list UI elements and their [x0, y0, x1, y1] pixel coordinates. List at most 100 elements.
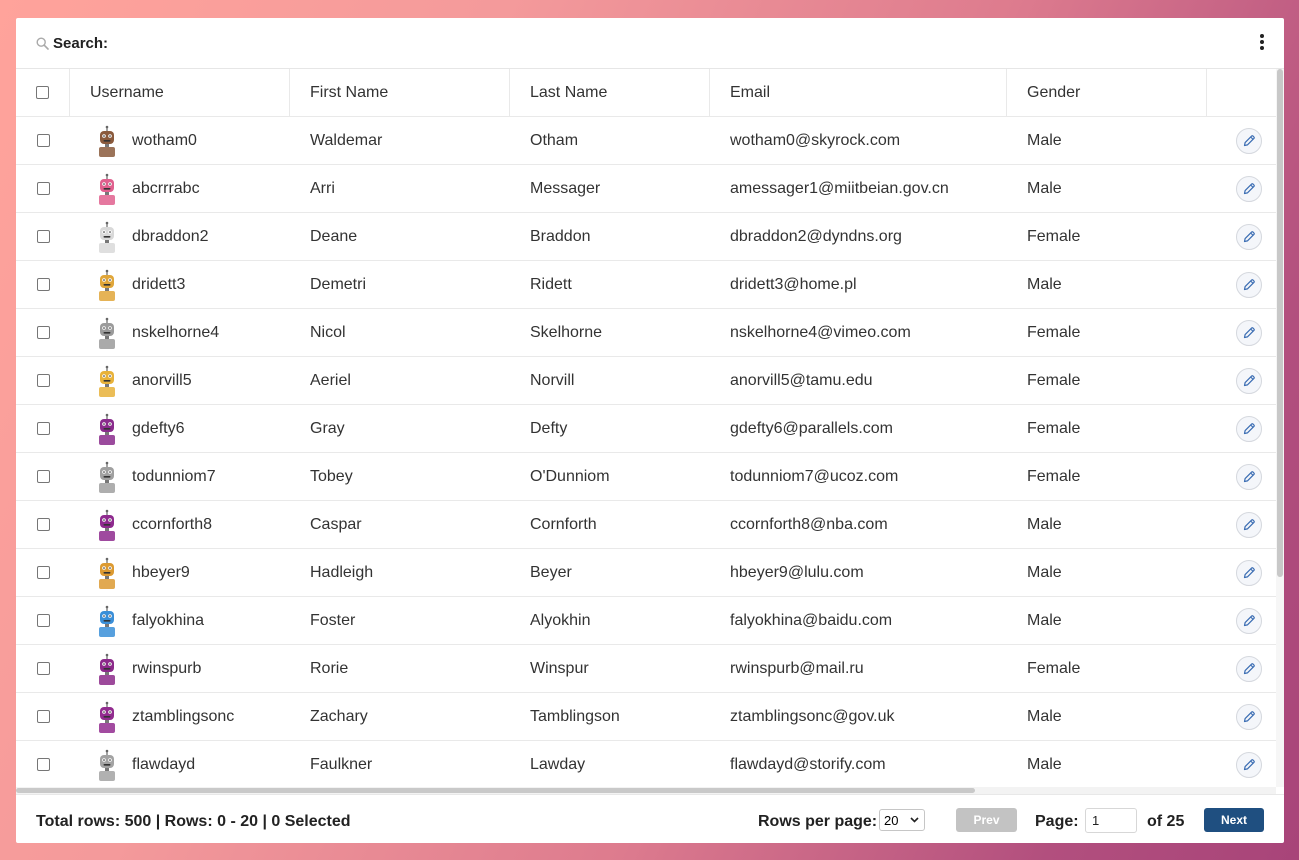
- table-row[interactable]: wotham0 Waldemar Otham wotham0@skyrock.com M…: [16, 117, 1276, 165]
- username-cell: nskelhorne4: [70, 309, 290, 356]
- column-header-actions: [1207, 69, 1276, 116]
- row-checkbox[interactable]: [36, 614, 50, 627]
- row-checkbox[interactable]: [36, 182, 50, 195]
- column-header-username[interactable]: Username: [70, 69, 290, 116]
- username-cell: abcrrrabc: [70, 165, 290, 212]
- edit-row-button[interactable]: [1235, 319, 1262, 346]
- page-number-input[interactable]: [1085, 808, 1137, 833]
- table-row[interactable]: dridett3 Demetri Ridett dridett3@home.pl Mal…: [16, 261, 1276, 309]
- row-select-cell: [16, 165, 70, 212]
- data-table: Username First Name Last Name Email Gend…: [16, 69, 1276, 787]
- edit-row-button[interactable]: [1235, 655, 1262, 682]
- actions-cell: [1207, 453, 1276, 500]
- edit-row-button[interactable]: [1235, 367, 1262, 394]
- column-header-gender[interactable]: Gender: [1007, 69, 1207, 116]
- username-cell: flawdayd: [70, 741, 290, 787]
- row-select-cell: [16, 501, 70, 548]
- search-label[interactable]: Search:: [53, 35, 108, 52]
- pencil-icon: [1243, 470, 1255, 482]
- email-cell: ccornforth8@nba.com: [730, 515, 888, 533]
- edit-row-button[interactable]: [1235, 463, 1262, 490]
- edit-row-button[interactable]: [1235, 751, 1262, 778]
- row-checkbox[interactable]: [36, 134, 50, 147]
- column-header-first-name[interactable]: First Name: [290, 69, 510, 116]
- pencil-icon: [1243, 182, 1255, 194]
- edit-row-button[interactable]: [1235, 415, 1262, 442]
- gender-cell: Female: [1027, 227, 1081, 245]
- actions-cell: [1207, 117, 1276, 164]
- username-cell: gdefty6: [70, 405, 290, 452]
- rows-per-page-label: Rows per page:: [758, 813, 878, 830]
- gender-cell: Male: [1027, 611, 1062, 629]
- email-cell: ztamblingsonc@gov.uk: [730, 707, 895, 725]
- edit-row-button[interactable]: [1235, 559, 1262, 586]
- table-row[interactable]: rwinspurb Rorie Winspur rwinspurb@mail.ru Fe…: [16, 645, 1276, 693]
- actions-cell: [1207, 405, 1276, 452]
- last-name-cell: Messager: [530, 179, 601, 197]
- robot-avatar-icon: [99, 365, 115, 397]
- vertical-scrollbar-thumb[interactable]: [1277, 69, 1283, 577]
- pencil-icon: [1243, 566, 1255, 578]
- horizontal-scrollbar[interactable]: [16, 787, 1276, 794]
- email-cell: dbraddon2@dyndns.org: [730, 227, 902, 245]
- select-all-checkbox[interactable]: [36, 86, 49, 99]
- search-bar: Search:: [16, 18, 1284, 69]
- email-cell: flawdayd@storify.com: [730, 755, 886, 773]
- table-row[interactable]: abcrrrabc Arri Messager amessager1@miitbeia…: [16, 165, 1276, 213]
- row-select-cell: [16, 549, 70, 596]
- table-row[interactable]: gdefty6 Gray Defty gdefty6@parallels.com Fem…: [16, 405, 1276, 453]
- table-row[interactable]: ztamblingsonc Zachary Tamblingson ztambling…: [16, 693, 1276, 741]
- table-row[interactable]: falyokhina Foster Alyokhin falyokhina@baidu…: [16, 597, 1276, 645]
- column-header-last-name[interactable]: Last Name: [510, 69, 710, 116]
- vertical-scrollbar[interactable]: [1276, 69, 1284, 787]
- username-cell: wotham0: [70, 117, 290, 164]
- row-checkbox[interactable]: [36, 422, 50, 435]
- row-select-cell: [16, 405, 70, 452]
- horizontal-scrollbar-thumb[interactable]: [16, 788, 975, 793]
- edit-row-button[interactable]: [1235, 511, 1262, 538]
- edit-row-button[interactable]: [1235, 703, 1262, 730]
- table-row[interactable]: nskelhorne4 Nicol Skelhorne nskelhorne4@vim…: [16, 309, 1276, 357]
- first-name-cell: Deane: [310, 227, 358, 245]
- row-checkbox[interactable]: [36, 230, 50, 243]
- column-header-email[interactable]: Email: [710, 69, 1007, 116]
- robot-avatar-icon: [99, 509, 115, 541]
- table-row[interactable]: anorvill5 Aeriel Norvill anorvill5@tamu.edu…: [16, 357, 1276, 405]
- first-name-cell: Waldemar: [310, 131, 383, 149]
- row-checkbox[interactable]: [36, 374, 50, 387]
- robot-avatar-icon: [99, 653, 115, 685]
- table-row[interactable]: todunniom7 Tobey O'Dunniom todunniom7@ucoz.…: [16, 453, 1276, 501]
- row-select-cell: [16, 693, 70, 740]
- gender-cell: Female: [1027, 323, 1081, 341]
- edit-row-button[interactable]: [1235, 607, 1262, 634]
- row-checkbox[interactable]: [36, 566, 50, 579]
- row-checkbox[interactable]: [36, 278, 50, 291]
- prev-page-button[interactable]: Prev: [956, 808, 1017, 832]
- table-row[interactable]: flawdayd Faulkner Lawday flawdayd@storify.c…: [16, 741, 1276, 787]
- edit-row-button[interactable]: [1235, 271, 1262, 298]
- row-checkbox[interactable]: [36, 758, 50, 771]
- edit-row-button[interactable]: [1235, 175, 1262, 202]
- table-row[interactable]: hbeyer9 Hadleigh Beyer hbeyer9@lulu.com Male: [16, 549, 1276, 597]
- actions-cell: [1207, 597, 1276, 644]
- first-name-cell: Rorie: [310, 659, 349, 677]
- row-select-cell: [16, 117, 70, 164]
- rows-per-page-select[interactable]: 20: [879, 809, 925, 831]
- row-checkbox[interactable]: [36, 326, 50, 339]
- username-cell: dbraddon2: [70, 213, 290, 260]
- first-name-cell: Caspar: [310, 515, 362, 533]
- first-name-cell: Zachary: [310, 707, 368, 725]
- row-checkbox[interactable]: [36, 470, 50, 483]
- table-row[interactable]: dbraddon2 Deane Braddon dbraddon2@dyndns.or…: [16, 213, 1276, 261]
- row-checkbox[interactable]: [36, 662, 50, 675]
- edit-row-button[interactable]: [1235, 223, 1262, 250]
- kebab-menu-icon[interactable]: [1257, 34, 1267, 52]
- email-cell: rwinspurb@mail.ru: [730, 659, 864, 677]
- actions-cell: [1207, 357, 1276, 404]
- next-page-button[interactable]: Next: [1204, 808, 1264, 832]
- row-checkbox[interactable]: [36, 518, 50, 531]
- edit-row-button[interactable]: [1235, 127, 1262, 154]
- last-name-cell: Tamblingson: [530, 707, 620, 725]
- table-row[interactable]: ccornforth8 Caspar Cornforth ccornforth8@nb…: [16, 501, 1276, 549]
- row-checkbox[interactable]: [36, 710, 50, 723]
